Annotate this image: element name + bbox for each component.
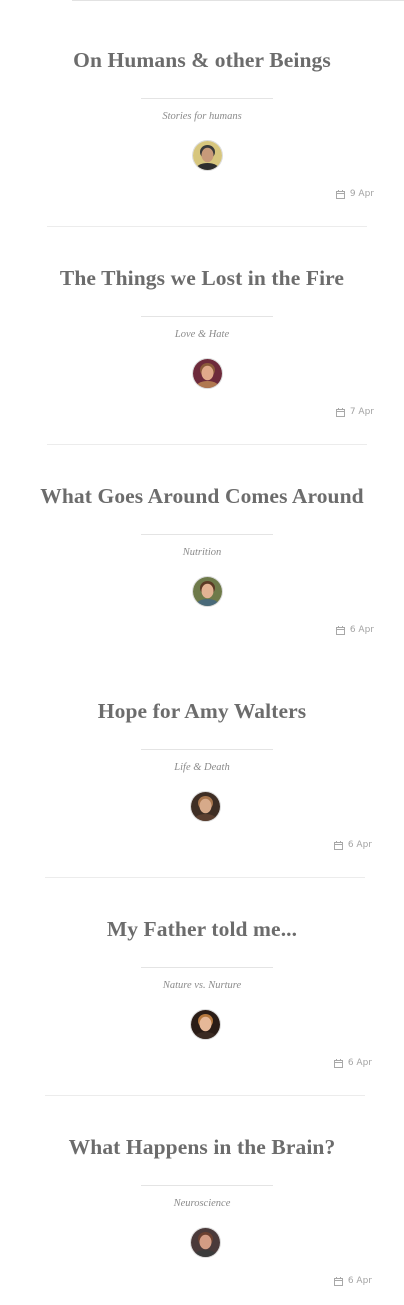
calendar-icon [335,625,345,635]
post-title[interactable]: The Things we Lost in the Fire [0,266,404,291]
post-card[interactable]: My Father told me... Nature vs. Nurture … [0,869,404,1096]
post-date-text: 9 Apr [349,189,374,199]
title-divider [141,98,273,99]
post-category[interactable]: Stories for humans [0,111,404,122]
post-category[interactable]: Love & Hate [0,329,404,340]
post-date-text: 6 Apr [347,1276,372,1286]
title-divider [141,316,273,317]
post-title[interactable]: My Father told me... [0,917,404,942]
post-date-text: 7 Apr [349,407,374,417]
calendar-icon [333,1276,343,1286]
calendar-icon [335,407,345,417]
post-card[interactable]: What Happens in the Brain? Neuroscience … [0,1087,404,1305]
post-card[interactable]: Hope for Amy Walters Life & Death 6 Apr [0,651,404,878]
author-avatar[interactable] [193,577,222,606]
post-date-text: 6 Apr [349,625,374,635]
post-category[interactable]: Nutrition [0,547,404,558]
post-date: 6 Apr [333,1058,372,1068]
post-title[interactable]: What Goes Around Comes Around [0,484,404,509]
post-date: 6 Apr [333,840,372,850]
author-avatar[interactable] [193,359,222,388]
title-divider [141,749,273,750]
post-category[interactable]: Nature vs. Nurture [0,980,404,991]
title-divider [141,1185,273,1186]
post-card[interactable]: The Things we Lost in the Fire Love & Ha… [0,218,404,445]
calendar-icon [333,840,343,850]
author-avatar[interactable] [191,1228,220,1257]
post-category[interactable]: Neuroscience [0,1198,404,1209]
author-avatar[interactable] [193,141,222,170]
post-date: 9 Apr [335,189,374,199]
calendar-icon [335,189,345,199]
post-date-text: 6 Apr [347,840,372,850]
title-divider [141,967,273,968]
post-date: 6 Apr [335,625,374,635]
title-divider [141,534,273,535]
post-title[interactable]: Hope for Amy Walters [0,699,404,724]
author-avatar[interactable] [191,1010,220,1039]
post-date: 6 Apr [333,1276,372,1286]
post-card[interactable]: What Goes Around Comes Around Nutrition … [0,436,404,654]
post-date: 7 Apr [335,407,374,417]
post-card[interactable]: On Humans & other Beings Stories for hum… [0,0,404,227]
post-title[interactable]: What Happens in the Brain? [0,1135,404,1160]
post-category[interactable]: Life & Death [0,762,404,773]
post-title[interactable]: On Humans & other Beings [0,48,404,73]
post-date-text: 6 Apr [347,1058,372,1068]
calendar-icon [333,1058,343,1068]
author-avatar[interactable] [191,792,220,821]
